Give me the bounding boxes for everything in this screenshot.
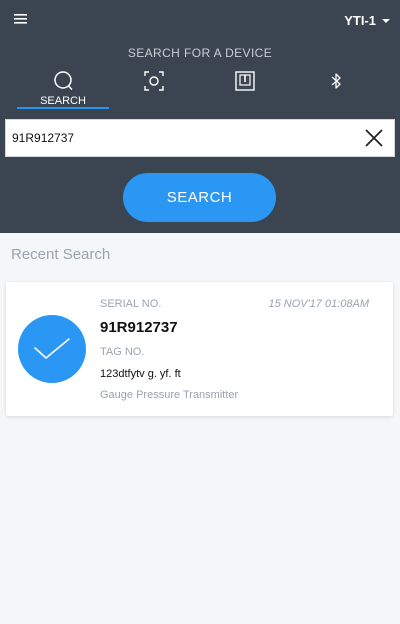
search-button[interactable]: SEARCH: [123, 173, 276, 222]
search-input[interactable]: [6, 120, 346, 156]
tab-search[interactable]: SEARCH: [17, 70, 109, 112]
status-badge: [18, 315, 86, 383]
scan-icon: [144, 71, 164, 91]
device-selector-label: YTI-1: [344, 13, 376, 28]
search-timestamp: 15 NOV'17 01:08AM: [268, 298, 369, 310]
app-header: YTI-1 SEARCH FOR A DEVICE SEARCH 91R9127…: [0, 0, 400, 233]
tab-search-label: SEARCH: [40, 95, 86, 107]
tab-scan[interactable]: [108, 70, 200, 112]
hamburger-menu-icon[interactable]: [13, 12, 37, 32]
clear-search-button[interactable]: [364, 128, 384, 148]
close-icon: [365, 129, 383, 147]
tab-tag-reader[interactable]: [199, 70, 291, 112]
serial-number-label: SERIAL NO.: [100, 298, 162, 310]
checkmark-icon: [34, 338, 70, 359]
search-icon: [54, 71, 73, 91]
device-type-label: Gauge Pressure Transmitter: [100, 389, 239, 401]
tab-bluetooth[interactable]: [290, 70, 382, 112]
tag-number-value: 123dtfytv g. yf. ft: [100, 368, 181, 380]
recent-search-card[interactable]: SERIAL NO. 15 NOV'17 01:08AM 91R912737 T…: [6, 282, 393, 416]
device-selector-dropdown[interactable]: YTI-1: [344, 13, 390, 28]
tag-reader-icon: [235, 71, 255, 91]
tag-number-label: TAG NO.: [100, 346, 145, 358]
search-section-title: SEARCH FOR A DEVICE: [127, 46, 273, 60]
caret-down-icon: [382, 18, 390, 23]
bluetooth-icon: [331, 73, 341, 89]
search-field: [5, 119, 395, 157]
serial-number-value: 91R912737: [100, 319, 178, 336]
recent-search-title: Recent Search: [11, 246, 111, 263]
